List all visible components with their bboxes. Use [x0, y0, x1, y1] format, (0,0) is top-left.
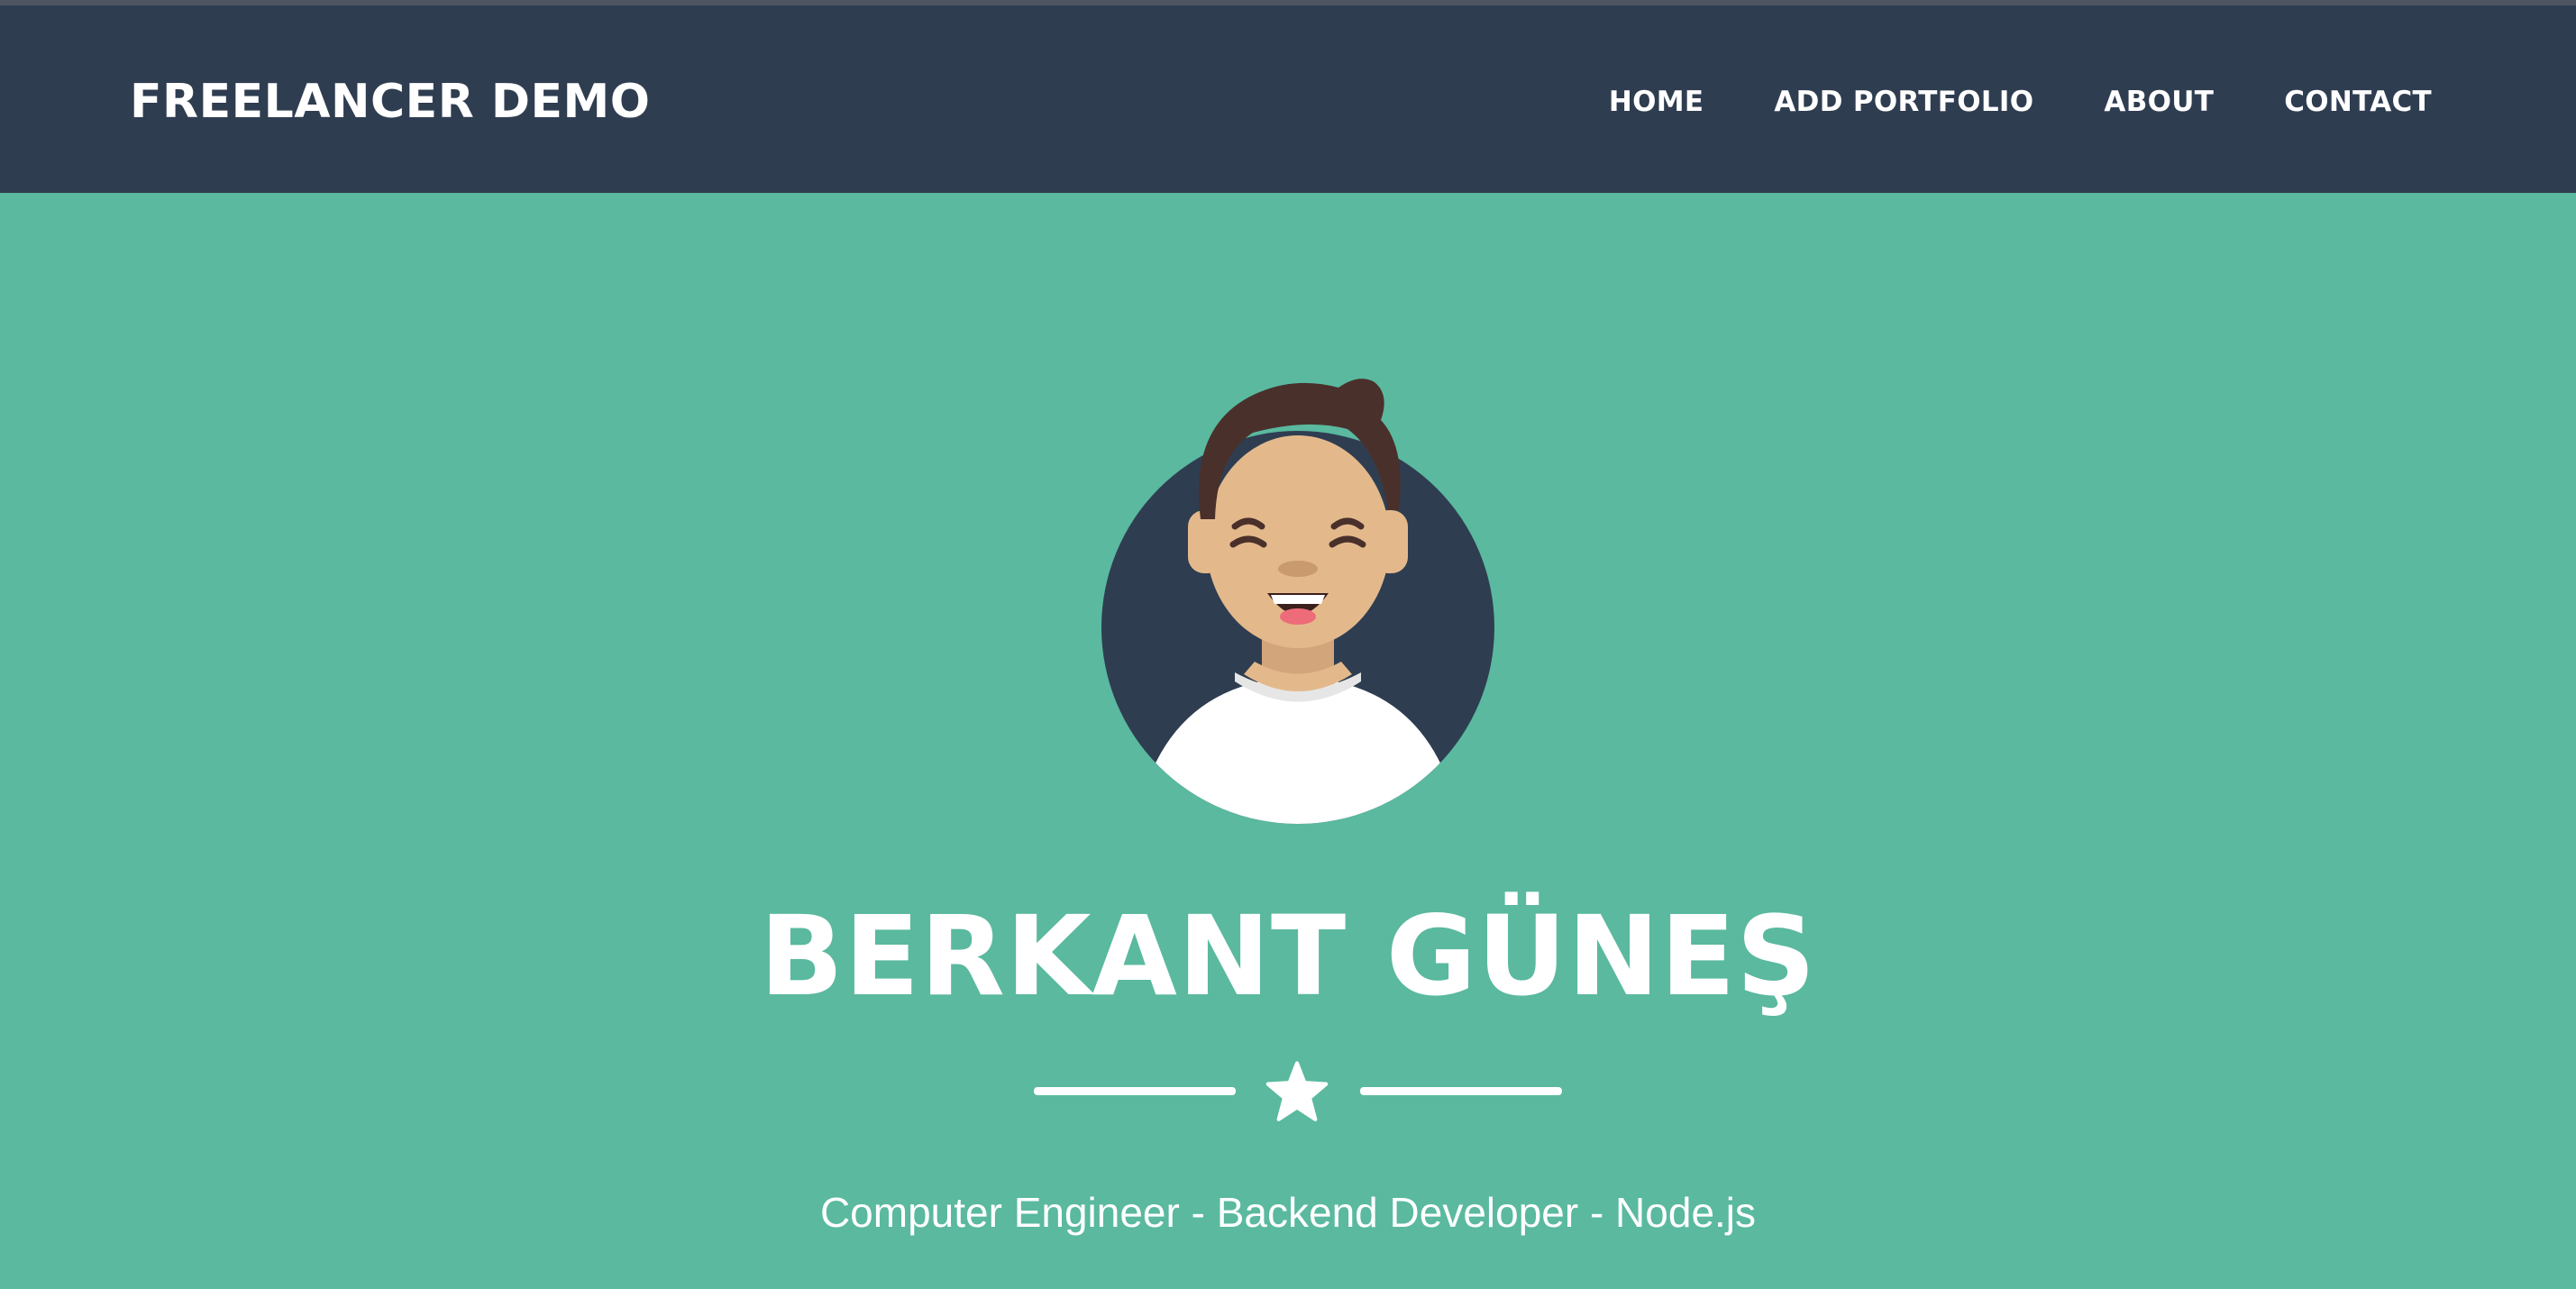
nav-link-contact[interactable]: CONTACT — [2284, 61, 2432, 142]
divider — [0, 1055, 2576, 1129]
navbar: FREELANCER DEMO HOME ADD PORTFOLIO ABOUT… — [0, 5, 2576, 193]
profile-subtitle: Computer Engineer - Backend Developer - … — [819, 1189, 1757, 1236]
divider-line-right — [1360, 1087, 1562, 1095]
profile-name: BERKANT GÜNEŞ — [759, 892, 1817, 1020]
brand-logo-link[interactable]: FREELANCER DEMO — [130, 61, 650, 142]
nav-links: HOME ADD PORTFOLIO ABOUT CONTACT — [1609, 61, 2432, 142]
nav-link-about[interactable]: ABOUT — [2104, 61, 2214, 142]
avatar-illustration-icon — [1101, 379, 1494, 824]
divider-line-left — [1034, 1087, 1236, 1095]
nav-link-home[interactable]: HOME — [1609, 61, 1704, 142]
star-icon — [1265, 1061, 1329, 1121]
nav-link-add-portfolio[interactable]: ADD PORTFOLIO — [1774, 61, 2033, 142]
